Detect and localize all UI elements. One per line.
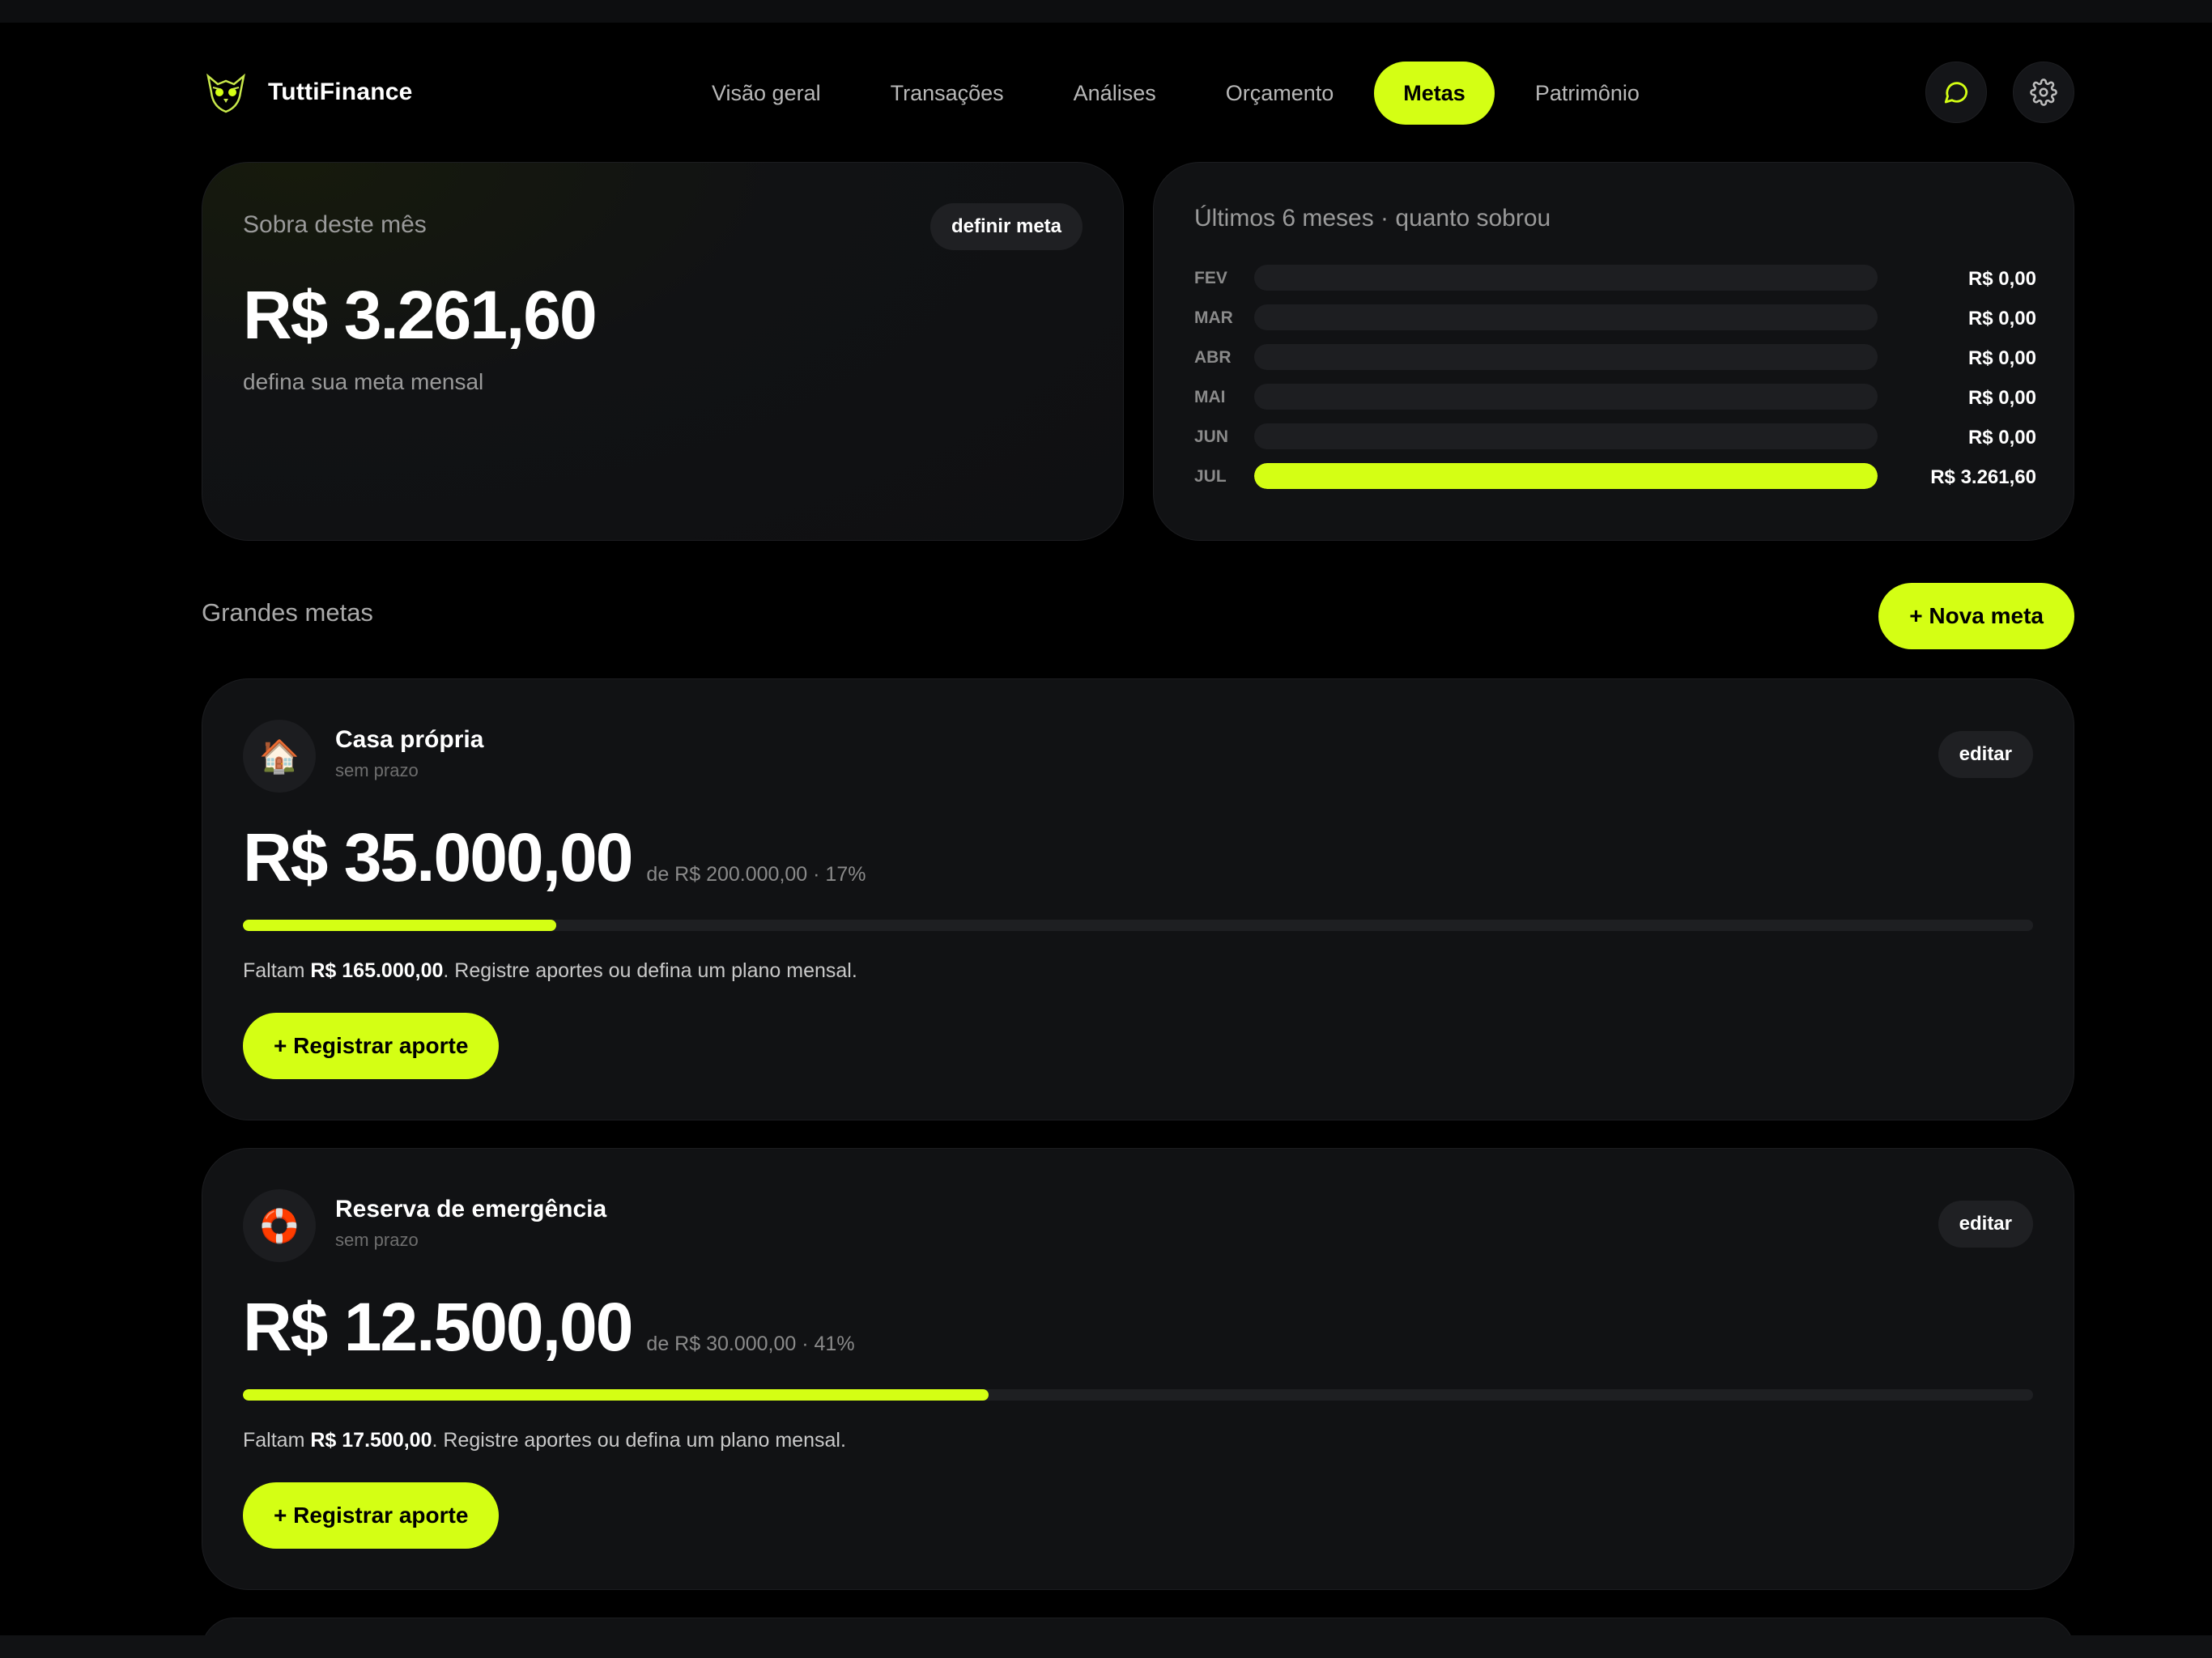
history-month: JUN xyxy=(1194,427,1229,446)
goal-target-meta: de R$ 200.000,00 · 17% xyxy=(646,863,866,886)
history-value: R$ 0,00 xyxy=(1967,387,2036,409)
new-goal-button[interactable]: + Nova meta xyxy=(1878,583,2074,649)
tab-analises[interactable]: Análises xyxy=(1044,62,1185,125)
history-row: ABR R$ 0,00 xyxy=(1194,338,2036,377)
goal-deadline: sem prazo xyxy=(335,760,419,780)
history-bar-track xyxy=(1254,265,1878,291)
history-bar-track xyxy=(1254,423,1878,449)
goal-remaining-prefix: Faltam xyxy=(243,959,311,982)
history-rows: FEV R$ 0,00 MAR R$ 0,00 ABR R$ 0,00 MAI xyxy=(1194,258,2036,496)
goal-progress-bar xyxy=(243,1389,989,1401)
register-contribution-button[interactable]: + Registrar aporte xyxy=(243,1013,500,1079)
top-nav: TuttiFinance Visão geral Transações Anál… xyxy=(202,23,2074,162)
history-bar-track xyxy=(1254,344,1878,370)
gear-icon xyxy=(2030,79,2057,106)
history-bar-track xyxy=(1254,384,1878,410)
goal-amount-line: R$ 12.500,00 de R$ 30.000,00 · 41% xyxy=(243,1288,855,1367)
goal-progress-bar xyxy=(243,920,556,931)
goal-progress-track xyxy=(243,920,2033,931)
register-contribution-button[interactable]: + Registrar aporte xyxy=(243,1482,500,1549)
goal-remaining-text: Faltam R$ 17.500,00. Registre aportes ou… xyxy=(243,1429,846,1452)
history-month: FEV xyxy=(1194,268,1227,287)
goal-remaining-text: Faltam R$ 165.000,00. Registre aportes o… xyxy=(243,959,857,983)
goal-amount: R$ 35.000,00 xyxy=(243,819,633,895)
set-goal-button[interactable]: definir meta xyxy=(929,203,1083,250)
lifebuoy-icon: 🛟 xyxy=(243,1189,316,1262)
goals-section-title: Grandes metas xyxy=(202,598,373,627)
history-row: MAR R$ 0,00 xyxy=(1194,298,2036,338)
edit-goal-button[interactable]: editar xyxy=(1938,1201,2033,1248)
brand-name: TuttiFinance xyxy=(268,79,413,105)
goal-name: Casa própria xyxy=(335,726,484,753)
goal-card: 🛟 Reserva de emergência sem prazo editar… xyxy=(202,1148,2074,1590)
history-row: JUL R$ 3.261,60 xyxy=(1194,457,2036,496)
goal-name: Reserva de emergência xyxy=(335,1196,607,1222)
house-icon: 🏠 xyxy=(243,720,316,793)
goals-section-header: Grandes metas + Nova meta xyxy=(202,541,2074,678)
month-surplus-hint: defina sua meta mensal xyxy=(243,369,484,394)
goal-deadline: sem prazo xyxy=(335,1230,419,1250)
history-month: JUL xyxy=(1194,466,1227,486)
history-row: FEV R$ 0,00 xyxy=(1194,258,2036,298)
goal-amount-line: R$ 35.000,00 de R$ 200.000,00 · 17% xyxy=(243,818,866,897)
history-month: ABR xyxy=(1194,347,1231,367)
history-bar-track xyxy=(1254,463,1878,489)
chat-button[interactable] xyxy=(1925,62,1987,123)
history-value: R$ 0,00 xyxy=(1967,308,2036,329)
month-surplus-card: Sobra deste mês definir meta R$ 3.261,60… xyxy=(202,162,1124,541)
tab-visao-geral[interactable]: Visão geral xyxy=(683,62,850,125)
history-value: R$ 0,00 xyxy=(1967,347,2036,369)
brand[interactable]: TuttiFinance xyxy=(202,68,413,117)
tab-patrimonio[interactable]: Patrimônio xyxy=(1506,62,1669,125)
history-value: R$ 3.261,60 xyxy=(1930,466,2036,488)
history-value: R$ 0,00 xyxy=(1967,268,2036,290)
goal-card: 🏠 Casa própria sem prazo editar R$ 35.00… xyxy=(202,678,2074,1120)
goal-remaining-value: R$ 17.500,00 xyxy=(310,1429,432,1452)
history-bar-track xyxy=(1254,304,1878,330)
history-card: Últimos 6 meses · quanto sobrou FEV R$ 0… xyxy=(1153,162,2074,541)
nav-tabs: Visão geral Transações Análises Orçament… xyxy=(683,62,1680,125)
nav-actions xyxy=(1925,62,2074,123)
history-row: JUN R$ 0,00 xyxy=(1194,417,2036,457)
goal-remaining-value: R$ 165.000,00 xyxy=(310,959,444,982)
chat-icon xyxy=(1944,82,1968,104)
edit-goal-button[interactable]: editar xyxy=(1938,731,2033,778)
goal-amount: R$ 12.500,00 xyxy=(243,1289,633,1365)
goal-progress-track xyxy=(243,1389,2033,1401)
history-row: MAI R$ 0,00 xyxy=(1194,377,2036,417)
tab-orcamento[interactable]: Orçamento xyxy=(1197,62,1363,125)
goal-target-meta: de R$ 30.000,00 · 41% xyxy=(646,1333,855,1355)
goal-remaining-suffix: . Registre aportes ou defina um plano me… xyxy=(432,1429,846,1452)
page-container: TuttiFinance Visão geral Transações Anál… xyxy=(202,23,2074,1650)
tab-metas[interactable]: Metas xyxy=(1374,62,1495,125)
history-value: R$ 0,00 xyxy=(1967,427,2036,449)
history-card-title: Últimos 6 meses · quanto sobrou xyxy=(1194,205,1551,232)
owl-logo-icon xyxy=(206,73,245,113)
window-top-strip xyxy=(0,0,2212,23)
history-month: MAR xyxy=(1194,308,1233,327)
goal-remaining-prefix: Faltam xyxy=(243,1429,311,1452)
goal-remaining-suffix: . Registre aportes ou defina um plano me… xyxy=(443,959,857,982)
settings-button[interactable] xyxy=(2013,62,2074,123)
window-bottom-strip xyxy=(0,1635,2212,1658)
tab-transacoes[interactable]: Transações xyxy=(861,62,1033,125)
history-bar xyxy=(1254,463,1878,489)
month-surplus-value: R$ 3.261,60 xyxy=(243,277,598,353)
month-surplus-label: Sobra deste mês xyxy=(243,211,427,238)
history-month: MAI xyxy=(1194,387,1226,406)
summary-row: Sobra deste mês definir meta R$ 3.261,60… xyxy=(202,162,2074,541)
